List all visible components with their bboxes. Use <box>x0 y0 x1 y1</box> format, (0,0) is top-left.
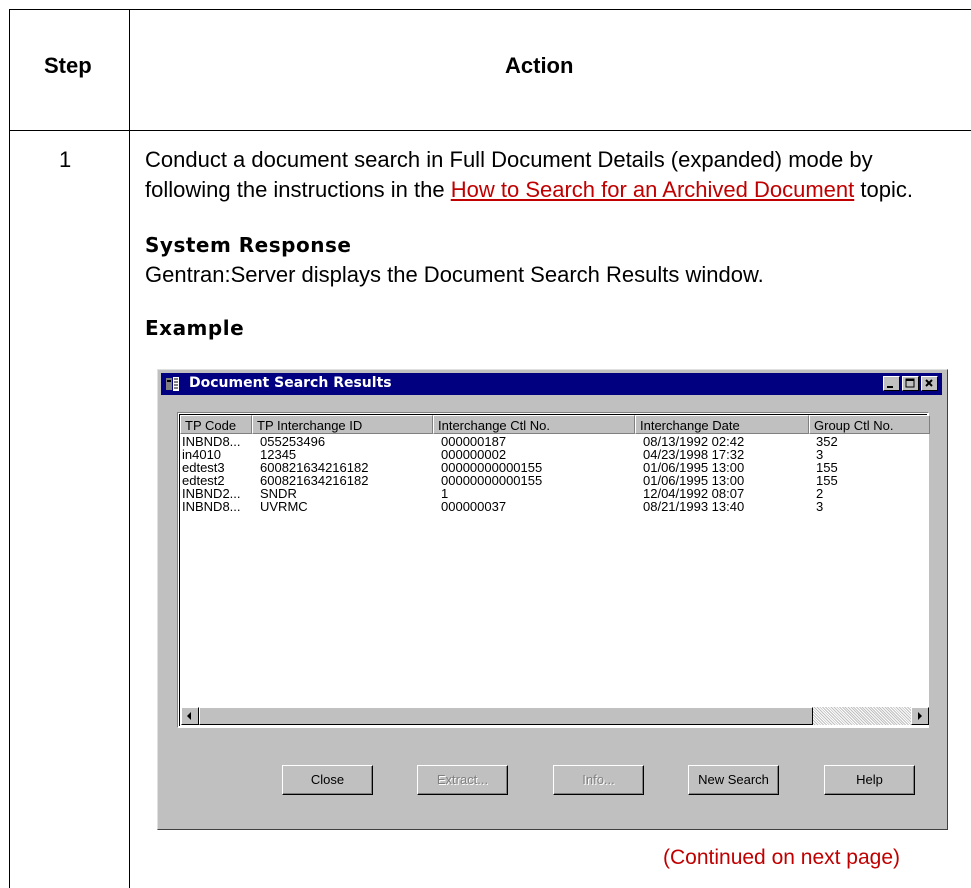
table-header-divider <box>9 130 971 131</box>
column-header-group-ctl-no[interactable]: Group Ctl No. <box>809 415 930 434</box>
search-topic-link[interactable]: How to Search for an Archived Document <box>451 177 855 202</box>
info-button[interactable]: Info... <box>553 765 644 795</box>
list-header: TP Code TP Interchange ID Interchange Ct… <box>180 415 930 434</box>
results-list-inner: TP Code TP Interchange ID Interchange Ct… <box>179 414 930 726</box>
table-left-border <box>9 9 10 888</box>
scrollbar-thumb[interactable] <box>199 707 813 725</box>
column-header-tp-code[interactable]: TP Code <box>180 415 252 434</box>
table-column-divider <box>129 9 130 888</box>
cell-interchange-ctl-no: 000000037 <box>441 499 507 514</box>
scroll-left-button[interactable] <box>181 707 199 725</box>
cell-tp-code: INBND8... <box>182 499 241 514</box>
maximize-button[interactable] <box>902 376 919 391</box>
close-window-button[interactable] <box>921 376 938 391</box>
system-response-text: Gentran:Server displays the Document Sea… <box>145 262 764 287</box>
step-number: 1 <box>59 147 72 172</box>
minimize-button[interactable] <box>883 376 900 391</box>
scroll-left-arrow-icon <box>187 712 191 720</box>
header-step: Step <box>44 53 92 78</box>
cell-group-ctl-no: 3 <box>816 499 824 514</box>
scroll-right-arrow-icon <box>918 712 922 720</box>
system-response-heading: System Response <box>145 233 352 257</box>
close-button[interactable]: Close <box>282 765 373 795</box>
maximize-icon <box>905 378 915 388</box>
scrollbar-track[interactable] <box>813 707 911 725</box>
example-heading: Example <box>145 316 245 340</box>
window-title: Document Search Results <box>189 375 392 391</box>
extract-button[interactable]: Extract... <box>417 765 508 795</box>
document-search-results-window: Document Search Results TP Code TP Inter… <box>157 369 948 830</box>
instruction-after: topic. <box>854 177 913 202</box>
continued-note: (Continued on next page) <box>663 846 900 869</box>
column-header-interchange-date[interactable]: Interchange Date <box>635 415 809 434</box>
scroll-right-button[interactable] <box>911 707 929 725</box>
column-header-interchange-ctl-no[interactable]: Interchange Ctl No. <box>433 415 635 434</box>
cell-interchange-ctl-no: 00000000000155 <box>441 473 543 488</box>
table-top-border <box>9 9 971 10</box>
header-action: Action <box>505 53 574 78</box>
results-list[interactable]: TP Code TP Interchange ID Interchange Ct… <box>177 412 930 728</box>
window-titlebar[interactable]: Document Search Results <box>161 373 942 395</box>
help-button[interactable]: Help <box>824 765 915 795</box>
column-header-tp-interchange-id[interactable]: TP Interchange ID <box>252 415 433 434</box>
horizontal-scrollbar[interactable] <box>181 707 929 725</box>
app-icon[interactable] <box>165 376 181 392</box>
instruction-text: Conduct a document search in Full Docume… <box>145 145 945 205</box>
close-icon <box>925 379 933 387</box>
cell-interchange-date: 08/21/1993 13:40 <box>643 499 745 514</box>
minimize-icon <box>887 386 893 388</box>
cell-tp-interchange-id: UVRMC <box>260 499 308 514</box>
new-search-button[interactable]: New Search <box>688 765 779 795</box>
